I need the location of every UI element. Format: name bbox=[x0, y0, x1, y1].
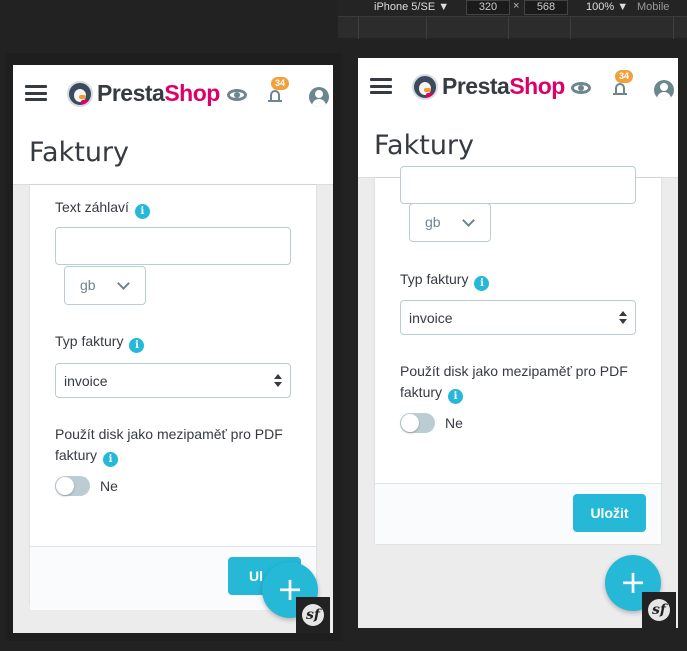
invoice-type-label-text: Typ faktury bbox=[55, 333, 124, 349]
disk-cache-label-text: Použít disk jako mezipaměť pro PDF faktu… bbox=[55, 426, 283, 463]
prestashop-logo[interactable]: PrestaShop bbox=[97, 80, 220, 107]
invoice-type-label-text: Typ faktury bbox=[400, 271, 469, 287]
ruler-tick bbox=[508, 17, 509, 39]
info-icon[interactable]: i bbox=[103, 452, 119, 467]
hamburger-menu-icon[interactable] bbox=[370, 78, 392, 94]
symfony-toolbar-toggle[interactable]: sf bbox=[642, 592, 676, 628]
language-dropdown[interactable]: gb bbox=[64, 266, 146, 305]
chevron-down-icon bbox=[462, 214, 475, 227]
invoice-type-value: invoice bbox=[409, 310, 453, 326]
account-user-icon[interactable] bbox=[309, 87, 329, 107]
device-name: iPhone 5/SE bbox=[374, 1, 436, 13]
disk-cache-label: Použít disk jako mezipaměť pro PDF faktu… bbox=[55, 424, 285, 467]
invoice-type-label: Typ faktury i bbox=[55, 331, 145, 353]
header-text-label: Text záhlaví i bbox=[55, 197, 150, 219]
symfony-icon: sf bbox=[648, 599, 670, 621]
top-header: PrestaShop 34 bbox=[13, 65, 333, 123]
invoice-options-card: Text záhlaví i gb Typ faktury i invoice Po… bbox=[30, 185, 316, 610]
view-shop-eye-icon[interactable] bbox=[227, 89, 247, 101]
notifications-badge: 34 bbox=[271, 77, 289, 90]
symfony-icon: sf bbox=[302, 604, 324, 626]
disk-cache-toggle[interactable] bbox=[55, 476, 90, 496]
view-shop-eye-icon[interactable] bbox=[571, 82, 591, 94]
invoice-type-label: Typ faktury i bbox=[400, 269, 490, 291]
zoom-value: 100% bbox=[586, 1, 615, 13]
disk-cache-label: Použít disk jako mezipaměť pro PDF faktu… bbox=[400, 361, 630, 404]
hamburger-menu-icon[interactable] bbox=[25, 85, 47, 101]
header-text-input[interactable] bbox=[55, 227, 291, 265]
header-text-input[interactable] bbox=[400, 166, 636, 204]
logo-shop: Shop bbox=[164, 80, 220, 106]
devtools-toolbar: iPhone 5/SE ▼ 320 × 568 100% ▼ Mobile bbox=[338, 0, 687, 16]
top-header: PrestaShop 34 bbox=[358, 58, 678, 116]
logo-presta: Presta bbox=[97, 80, 165, 106]
notifications-badge: 34 bbox=[615, 70, 633, 83]
height-input[interactable]: 568 bbox=[524, 0, 568, 15]
page-header: Faktury bbox=[13, 123, 333, 185]
ruler-tick bbox=[358, 17, 359, 39]
logo-presta: Presta bbox=[442, 73, 510, 99]
device-caret-icon: ▼ bbox=[438, 1, 450, 13]
zoom-selector[interactable]: 100% ▼ bbox=[586, 1, 628, 13]
select-arrows-icon bbox=[619, 311, 627, 325]
account-user-icon[interactable] bbox=[654, 80, 674, 100]
disk-cache-label-text: Použít disk jako mezipaměť pro PDF faktu… bbox=[400, 363, 628, 400]
page-title: Faktury bbox=[29, 137, 130, 168]
disk-cache-toggle[interactable] bbox=[400, 413, 435, 433]
prestashop-logo-icon bbox=[412, 74, 438, 100]
language-code: gb bbox=[425, 214, 441, 230]
ruler-tick bbox=[570, 17, 571, 39]
save-button[interactable]: Uložit bbox=[573, 494, 646, 532]
times-glyph: × bbox=[513, 0, 520, 12]
width-input[interactable]: 320 bbox=[466, 0, 510, 15]
chevron-down-icon bbox=[117, 277, 130, 290]
info-icon[interactable]: i bbox=[474, 276, 490, 291]
page-title: Faktury bbox=[374, 130, 475, 161]
info-icon[interactable]: i bbox=[129, 338, 145, 353]
right-device-screen: PrestaShop 34 Faktury gb Typ faktury i in… bbox=[358, 58, 678, 628]
ruler-tick bbox=[426, 17, 427, 39]
language-code: gb bbox=[80, 277, 96, 293]
logo-shop: Shop bbox=[509, 73, 565, 99]
device-selector[interactable]: iPhone 5/SE ▼ bbox=[374, 1, 449, 13]
prestashop-logo-icon bbox=[67, 81, 93, 107]
info-icon[interactable]: i bbox=[134, 204, 150, 219]
mode-selector[interactable]: Mobile bbox=[637, 1, 669, 13]
left-device-screen: PrestaShop 34 Faktury Text záhlaví i gb T… bbox=[13, 65, 333, 633]
invoice-type-value: invoice bbox=[64, 373, 108, 389]
toggle-knob bbox=[56, 477, 74, 495]
invoice-type-select[interactable]: invoice bbox=[400, 300, 636, 335]
zoom-caret-icon: ▼ bbox=[617, 1, 629, 13]
invoice-options-card: gb Typ faktury i invoice Použít disk jako… bbox=[375, 166, 661, 544]
invoice-type-select[interactable]: invoice bbox=[55, 363, 291, 398]
notifications-bell-icon[interactable] bbox=[613, 82, 627, 96]
notifications-bell-icon[interactable] bbox=[268, 89, 282, 103]
info-icon[interactable]: i bbox=[448, 389, 464, 404]
language-dropdown[interactable]: gb bbox=[409, 203, 491, 242]
devtools-ruler bbox=[338, 16, 687, 39]
symfony-toolbar-toggle[interactable]: sf bbox=[296, 597, 330, 633]
disk-cache-value: Ne bbox=[445, 415, 463, 431]
disk-cache-value: Ne bbox=[100, 478, 118, 494]
toggle-knob bbox=[401, 414, 419, 432]
ruler-tick bbox=[673, 17, 674, 39]
prestashop-logo[interactable]: PrestaShop bbox=[442, 73, 565, 100]
select-arrows-icon bbox=[274, 374, 282, 388]
header-text-label-text: Text záhlaví bbox=[55, 199, 129, 215]
